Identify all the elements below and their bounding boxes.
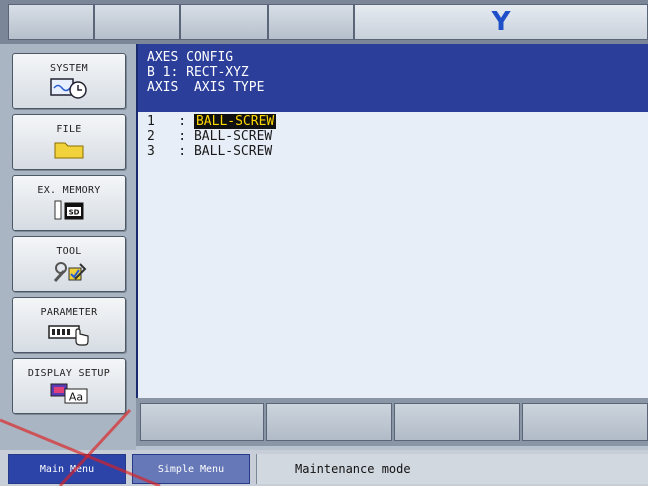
function-key-strip bbox=[136, 398, 648, 446]
axes-config-panel: AXES CONFIG B 1: RECT-XYZ AXIS AXIS TYPE… bbox=[136, 44, 648, 398]
sidebar-item-label: DISPLAY SETUP bbox=[27, 368, 111, 379]
sidebar-item-label: SYSTEM bbox=[50, 63, 88, 74]
axis-indicator: Y bbox=[354, 4, 648, 40]
wrench-tool-icon bbox=[53, 262, 87, 283]
row-separator: : bbox=[154, 144, 194, 159]
footer-bar: Main Menu Simple Menu Maintenance mode bbox=[0, 450, 648, 486]
panel-header: AXES CONFIG B 1: RECT-XYZ AXIS AXIS TYPE bbox=[138, 44, 648, 112]
table-row[interactable]: 3 : BALL-SCREW bbox=[147, 144, 648, 159]
axis-number: 2 bbox=[147, 129, 155, 144]
function-key-3[interactable] bbox=[394, 403, 520, 441]
sidebar-item-system[interactable]: SYSTEM bbox=[12, 53, 126, 109]
sidebar-item-ex-memory[interactable]: EX. MEMORY SD bbox=[12, 175, 126, 231]
axis-number: 1 bbox=[147, 114, 155, 129]
svg-text:Aa: Aa bbox=[69, 391, 83, 404]
page-title: AXES CONFIG bbox=[147, 50, 234, 65]
table-row[interactable]: 1 : BALL-SCREW bbox=[147, 114, 648, 129]
table-row[interactable]: 2 : BALL-SCREW bbox=[147, 129, 648, 144]
folder-icon bbox=[54, 142, 84, 159]
group-label: B 1: RECT-XYZ bbox=[147, 65, 249, 80]
sidebar-item-label: PARAMETER bbox=[40, 307, 98, 318]
row-separator: : bbox=[154, 129, 194, 144]
column-headers: AXIS AXIS TYPE bbox=[147, 80, 265, 95]
main-menu-sidebar: SYSTEM FILE EX. MEMORY SD TOOL PARAMETER… bbox=[0, 44, 136, 450]
function-key-2[interactable] bbox=[266, 403, 392, 441]
status-cell-2 bbox=[94, 4, 180, 40]
sidebar-item-label: FILE bbox=[56, 124, 82, 135]
status-cell-4 bbox=[268, 4, 354, 40]
axis-type-value[interactable]: BALL-SCREW bbox=[194, 129, 274, 144]
axis-number: 3 bbox=[147, 144, 155, 159]
parameter-hand-icon bbox=[48, 325, 89, 346]
sidebar-item-display-setup[interactable]: DISPLAY SETUP Aa bbox=[12, 358, 126, 414]
row-separator: : bbox=[154, 114, 194, 129]
system-monitor-clock-icon bbox=[50, 78, 87, 99]
sidebar-item-tool[interactable]: TOOL bbox=[12, 236, 126, 292]
status-message: Maintenance mode bbox=[256, 454, 648, 484]
status-cell-1 bbox=[8, 4, 94, 40]
axes-list: 1 : BALL-SCREW 2 : BALL-SCREW 3 : BALL-S… bbox=[138, 112, 648, 159]
sidebar-item-label: EX. MEMORY bbox=[37, 185, 101, 196]
axis-type-value[interactable]: BALL-SCREW bbox=[194, 144, 274, 159]
sidebar-item-parameter[interactable]: PARAMETER bbox=[12, 297, 126, 353]
axis-type-value[interactable]: BALL-SCREW bbox=[193, 114, 277, 129]
svg-text:SD: SD bbox=[69, 209, 80, 217]
function-key-4[interactable] bbox=[522, 403, 648, 441]
sidebar-item-file[interactable]: FILE bbox=[12, 114, 126, 170]
display-font-icon: Aa bbox=[50, 383, 88, 404]
main-menu-button[interactable]: Main Menu bbox=[8, 454, 126, 484]
function-key-1[interactable] bbox=[140, 403, 264, 441]
top-status-bar: Y bbox=[0, 0, 648, 44]
sidebar-item-label: TOOL bbox=[56, 246, 82, 257]
sd-card-icon: SD bbox=[54, 200, 84, 220]
simple-menu-button[interactable]: Simple Menu bbox=[132, 454, 250, 484]
status-cell-3 bbox=[180, 4, 268, 40]
